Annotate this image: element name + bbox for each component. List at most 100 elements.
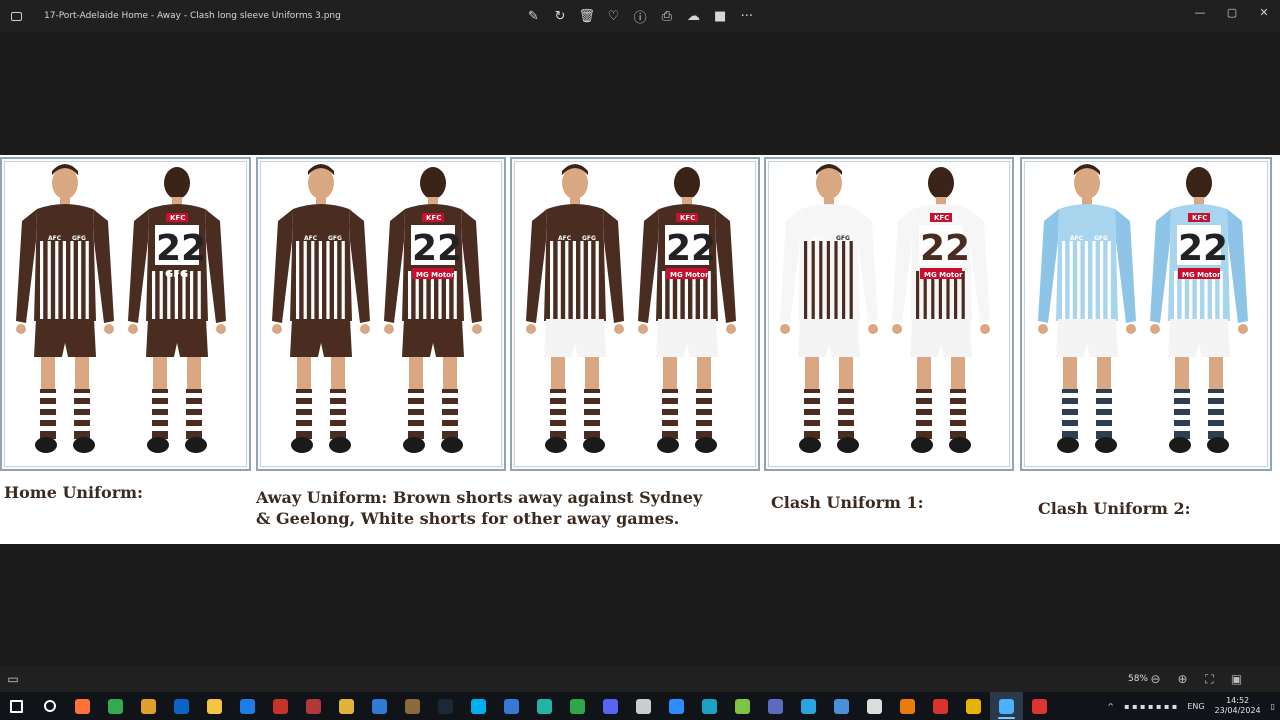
svg-text:KFC: KFC <box>1192 214 1207 222</box>
telegram-icon-glyph <box>801 698 816 714</box>
clipchamp-icon[interactable]: ■ <box>707 0 734 32</box>
window-title: 17-Port-Adelaide Home - Away - Clash lon… <box>44 11 341 21</box>
tray-overflow-icon[interactable]: ^ <box>1102 702 1119 711</box>
steam-icon-glyph <box>438 698 453 714</box>
tray-icons[interactable]: ▪ ▪ ▪ ▪ ▪ ▪ ▪ <box>1119 702 1182 711</box>
notifications-icon[interactable]: ▯ <box>1266 702 1280 711</box>
player-front-view: AFC GFG <box>10 161 120 461</box>
zoom-out-icon[interactable]: ⊖ <box>1142 672 1169 686</box>
outlook-icon[interactable] <box>165 692 198 720</box>
app-dark-circle-icon[interactable] <box>1023 692 1056 720</box>
svg-text:AFC: AFC <box>304 235 318 242</box>
blender-icon[interactable] <box>891 692 924 720</box>
svg-text:22: 22 <box>920 228 970 269</box>
app-game-icon[interactable] <box>297 692 330 720</box>
svg-text:KFC: KFC <box>934 214 949 222</box>
photos-icon[interactable] <box>990 692 1023 720</box>
player-front-view: AFC GFG <box>1032 161 1142 461</box>
app-brown-icon-glyph <box>405 698 420 714</box>
zoom-icon-glyph <box>669 698 684 714</box>
language-indicator[interactable]: ENG <box>1182 702 1209 711</box>
svg-text:MG Motor: MG Motor <box>1182 271 1221 279</box>
app-lock-icon-glyph <box>768 698 783 714</box>
caption-clash-2: Clash Uniform 2: <box>1038 499 1191 518</box>
filmstrip-icon[interactable]: ▭ <box>0 672 26 686</box>
app-lock-icon[interactable] <box>759 692 792 720</box>
telegram-icon[interactable] <box>792 692 825 720</box>
edge-icon[interactable] <box>528 692 561 720</box>
svg-text:MG Motor: MG Motor <box>670 271 709 279</box>
blender-icon-glyph <box>900 698 915 714</box>
outlook-icon-glyph <box>174 698 189 714</box>
favorite-icon[interactable]: ♡ <box>600 0 627 32</box>
app-m-icon-glyph <box>966 698 981 714</box>
app-gear-icon-glyph <box>504 698 519 714</box>
print-icon[interactable]: ⎙ <box>653 0 680 32</box>
svg-text:22: 22 <box>666 228 716 269</box>
onedrive-icon[interactable]: ☁ <box>680 0 707 32</box>
more-options-icon[interactable]: ··· <box>734 0 761 32</box>
app-dark-circle-icon-glyph <box>1032 698 1047 714</box>
maximize-button[interactable]: ▢ <box>1216 0 1248 24</box>
app-teal-icon-glyph <box>702 698 717 714</box>
firefox-icon[interactable] <box>66 692 99 720</box>
info-icon[interactable]: ⓘ <box>627 0 654 32</box>
app-green-icon[interactable] <box>726 692 759 720</box>
status-bar: ▭ 58% ⊖ ⊕ ⛶ ▣ <box>0 666 1280 692</box>
clapper-icon[interactable] <box>858 692 891 720</box>
delete-icon[interactable]: 🗑 <box>573 0 600 32</box>
zoom-in-icon[interactable]: ⊕ <box>1169 672 1196 686</box>
player-back-view: KFC 22 MG Motor <box>378 161 488 461</box>
clock[interactable]: 14:52 23/04/2024 <box>1210 696 1266 716</box>
audition-icon[interactable] <box>561 692 594 720</box>
clock-date: 23/04/2024 <box>1214 706 1261 715</box>
app-red-icon[interactable] <box>264 692 297 720</box>
app-brown-icon[interactable] <box>396 692 429 720</box>
teamviewer-icon[interactable] <box>231 692 264 720</box>
app-game-icon-glyph <box>306 698 321 714</box>
edit-image-icon[interactable]: ✎ <box>520 0 547 32</box>
svg-text:KFC: KFC <box>680 214 695 222</box>
app-gear-icon[interactable] <box>495 692 528 720</box>
app-yellow-icon[interactable] <box>330 692 363 720</box>
player-back-view: KFC 22 MG Motor <box>632 161 742 461</box>
firefox-icon-glyph <box>75 698 90 714</box>
svg-text:AFC: AFC <box>1070 235 1084 242</box>
caption-away: Away Uniform: Brown shorts away against … <box>256 488 703 528</box>
teamviewer-icon-glyph <box>240 698 255 714</box>
app-red-box-icon[interactable] <box>924 692 957 720</box>
app-blue-circle-icon-glyph <box>372 698 387 714</box>
steam-icon[interactable] <box>429 692 462 720</box>
uniform-image: AFC GFG KFC 22 GFG AFC GFG KFC 22 MG Mot… <box>0 155 1280 544</box>
svg-text:GFG: GFG <box>1094 235 1108 242</box>
app-feather-icon[interactable] <box>627 692 660 720</box>
fit-to-window-icon[interactable]: ⛶ <box>1196 672 1223 687</box>
close-button[interactable]: ✕ <box>1248 0 1280 24</box>
photos-icon-glyph <box>999 698 1014 714</box>
caption-clash-1: Clash Uniform 1: <box>771 493 924 512</box>
svg-text:GFG: GFG <box>328 235 342 242</box>
search-icon[interactable] <box>33 692 66 720</box>
skype-icon[interactable] <box>462 692 495 720</box>
file-explorer-icon[interactable] <box>198 692 231 720</box>
start-icon[interactable] <box>0 692 33 720</box>
app-teal-icon[interactable] <box>693 692 726 720</box>
minimize-button[interactable]: — <box>1184 0 1216 24</box>
app-blue-circle-icon[interactable] <box>363 692 396 720</box>
app-m-icon[interactable] <box>957 692 990 720</box>
zoom-icon[interactable] <box>660 692 693 720</box>
rotate-icon[interactable]: ↻ <box>547 0 574 32</box>
fullscreen-icon[interactable]: ▣ <box>1223 672 1250 686</box>
app-globe-icon[interactable] <box>825 692 858 720</box>
svg-text:KFC: KFC <box>426 214 441 222</box>
discord-icon[interactable] <box>594 692 627 720</box>
svg-text:22: 22 <box>1178 228 1228 269</box>
system-tray: ^ ▪ ▪ ▪ ▪ ▪ ▪ ▪ ENG 14:52 23/04/2024 ▯ <box>1102 692 1280 720</box>
svg-text:22: 22 <box>412 228 462 269</box>
app-red-box-icon-glyph <box>933 698 948 714</box>
chrome-icon[interactable] <box>99 692 132 720</box>
clock-time: 14:52 <box>1226 696 1250 705</box>
image-toolbar: ✎ ↻ 🗑 ♡ ⓘ ⎙ ☁ ■ ··· <box>520 0 760 32</box>
media-player-icon[interactable] <box>132 692 165 720</box>
start-icon-glyph <box>10 699 23 713</box>
